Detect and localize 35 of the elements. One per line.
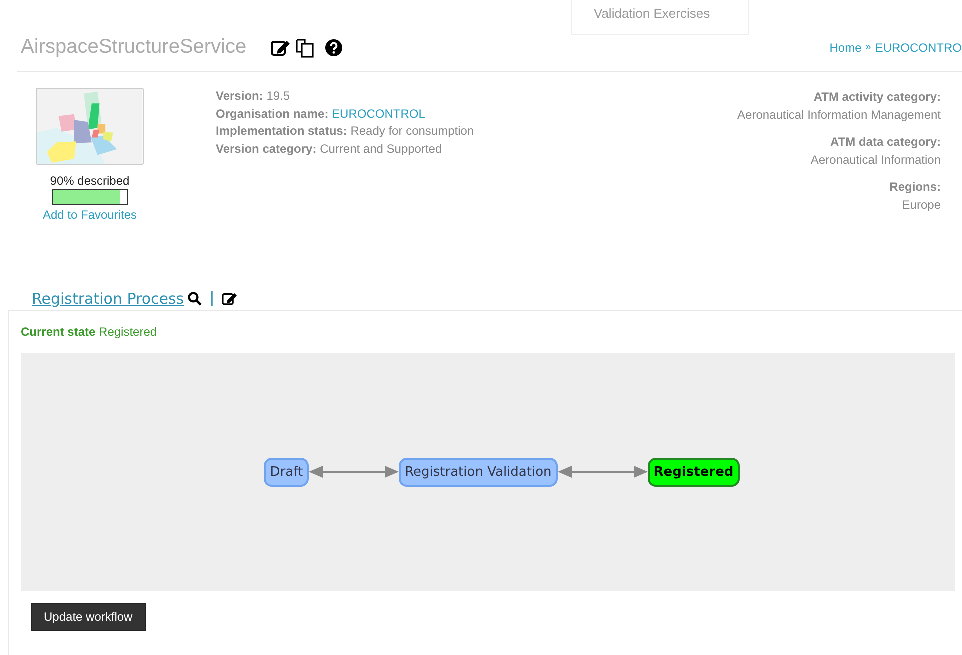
service-title: AirspaceStructureService (21, 36, 247, 59)
copy-icon[interactable] (294, 38, 315, 58)
workflow-state-node: Draft (264, 458, 310, 486)
edit-icon[interactable] (222, 292, 238, 306)
registration-process-link[interactable]: Registration Process (32, 290, 184, 308)
category-label: ATM activity category: (814, 90, 941, 104)
separator: | (210, 290, 214, 308)
detail-label: Implementation status: (216, 124, 348, 138)
workflow-state-node: Registered (648, 458, 740, 486)
description-progress-label: 90% described (50, 174, 130, 188)
dropdown-menu-item[interactable]: Validation Exercises (571, 0, 749, 35)
detail-label: Organisation name: (216, 106, 329, 120)
edit-icon[interactable] (270, 38, 291, 56)
search-icon[interactable] (188, 292, 202, 306)
category-value: Aeronautical Information (810, 153, 941, 167)
update-workflow-button[interactable]: Update workflow (31, 603, 146, 631)
breadcrumb-link[interactable]: EUROCONTRO (875, 40, 962, 54)
add-to-favourites-link[interactable]: Add to Favourites (42, 208, 138, 222)
category-value: Europe (902, 198, 941, 212)
help-icon[interactable] (324, 38, 343, 56)
detail-link[interactable]: EUROCONTROL (332, 106, 426, 120)
detail-value: Current and Supported (320, 142, 442, 156)
detail-value: Ready for consumption (350, 124, 474, 138)
category-label: Regions: (890, 180, 941, 194)
workflow-state-node: Registration Validation (399, 458, 558, 486)
breadcrumb-separator: » (866, 42, 872, 53)
category-value: Aeronautical Information Management (738, 108, 941, 122)
double-arrow-icon (558, 466, 648, 478)
detail-label: Version category: (216, 142, 317, 156)
detail-label: Version: (216, 89, 264, 103)
current-state-text: Current state Registered (21, 325, 158, 339)
category-label: ATM data category: (830, 135, 941, 149)
double-arrow-icon (309, 466, 400, 478)
breadcrumb-link[interactable]: Home (830, 40, 862, 54)
detail-value: 19.5 (266, 89, 290, 103)
